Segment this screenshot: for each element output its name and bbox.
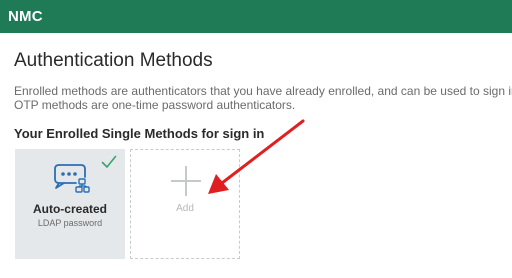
- password-dots-icon: [54, 164, 90, 193]
- plus-icon: [171, 166, 201, 196]
- enrolled-method-card[interactable]: Auto-created LDAP password: [15, 149, 125, 259]
- page-description: Enrolled methods are authenticators that…: [14, 84, 512, 112]
- description-line: OTP methods are one-time password authen…: [14, 98, 296, 112]
- page-title: Authentication Methods: [14, 50, 213, 71]
- add-label: Add: [176, 203, 194, 214]
- checkmark-icon: [101, 155, 117, 168]
- app-title: NMC: [8, 8, 43, 25]
- enrolled-methods-heading: Your Enrolled Single Methods for sign in: [14, 126, 265, 141]
- top-bar: NMC: [0, 0, 512, 33]
- method-name: Auto-created: [32, 202, 107, 216]
- description-line: Enrolled methods are authenticators that…: [14, 84, 512, 98]
- method-type: LDAP password: [37, 218, 103, 228]
- add-method-card[interactable]: Add: [130, 149, 240, 259]
